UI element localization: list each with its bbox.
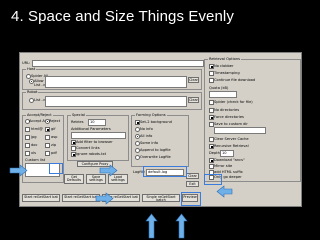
arrow-right-icon — [95, 192, 114, 205]
arrow-up-icon — [145, 213, 158, 239]
arrow-right-icon — [9, 164, 28, 177]
annotation-arrows — [9, 164, 233, 239]
arrow-up-icon — [175, 213, 188, 239]
arrow-right-icon — [99, 164, 118, 177]
arrow-left-icon — [216, 185, 233, 198]
